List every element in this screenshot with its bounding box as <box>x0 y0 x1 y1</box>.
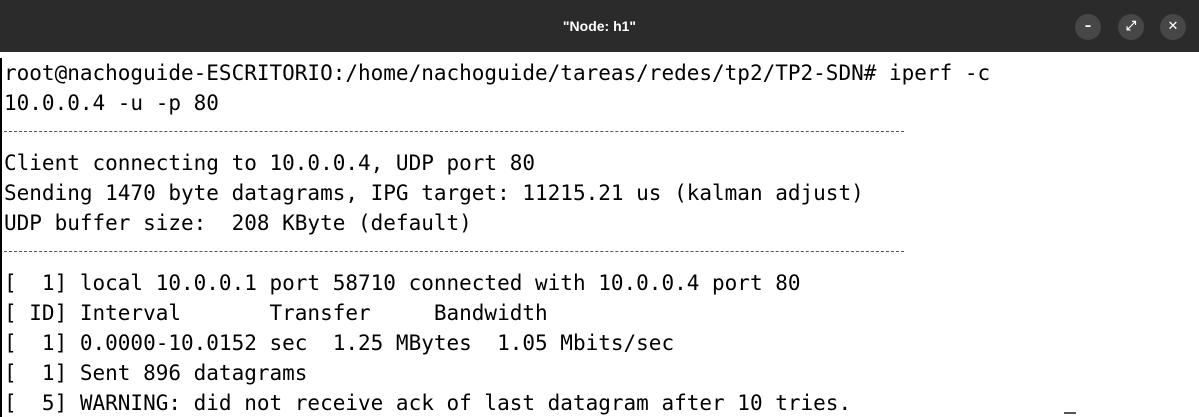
maximize-button[interactable]: ⤢ <box>1118 14 1144 40</box>
terminal-line: UDP buffer size: 208 KByte (default) <box>4 211 472 235</box>
terminal-line: [ ID] Interval Transfer Bandwidth <box>4 301 548 325</box>
dashed-divider <box>4 131 904 132</box>
terminal-window: "Node: h1" – ⤢ ✕ root@nachoguide-ESCRITO… <box>0 0 1199 417</box>
window-title: "Node: h1" <box>562 18 637 34</box>
terminal-line: root@nachoguide-ESCRITORIO:/home/nachogu… <box>4 61 991 85</box>
separator-line <box>4 238 1199 268</box>
terminal-output[interactable]: root@nachoguide-ESCRITORIO:/home/nachogu… <box>0 58 1199 417</box>
close-button[interactable]: ✕ <box>1160 14 1186 40</box>
dashed-divider <box>4 251 904 252</box>
terminal-line: Sending 1470 byte datagrams, IPG target:… <box>4 181 864 205</box>
minimize-button[interactable]: – <box>1075 14 1101 40</box>
title-bar[interactable]: "Node: h1" – ⤢ ✕ <box>0 0 1199 52</box>
text-cursor <box>1064 412 1076 414</box>
terminal-line: [ 1] Sent 896 datagrams <box>4 361 308 385</box>
terminal-line: 10.0.0.4 -u -p 80 <box>4 91 219 115</box>
separator-line <box>4 118 1199 148</box>
terminal-line: [ 5] WARNING: did not receive ack of las… <box>4 391 852 415</box>
terminal-line: Client connecting to 10.0.0.4, UDP port … <box>4 151 536 175</box>
terminal-line: [ 1] local 10.0.0.1 port 58710 connected… <box>4 271 801 295</box>
terminal-line: [ 1] 0.0000-10.0152 sec 1.25 MBytes 1.05… <box>4 331 675 355</box>
